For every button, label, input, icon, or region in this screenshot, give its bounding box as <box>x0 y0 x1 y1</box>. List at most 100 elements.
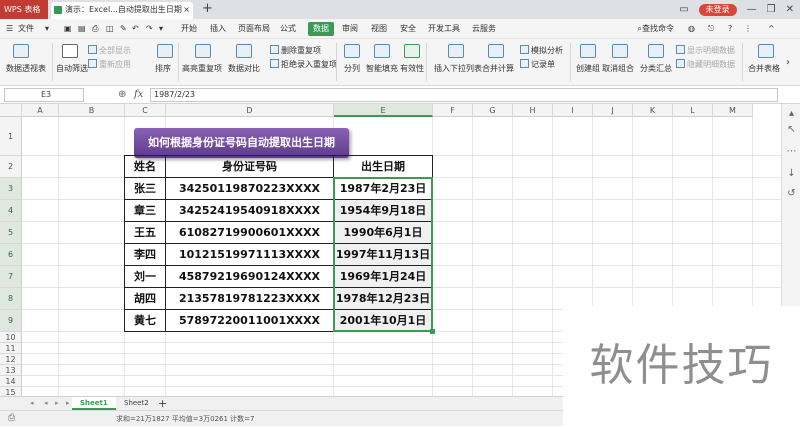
highlight-dup-button[interactable]: 高亮重复项 <box>182 63 222 74</box>
merge-tables-button[interactable]: 合并表格 <box>748 63 780 74</box>
row-header-5[interactable]: 5 <box>0 222 22 244</box>
redo-icon[interactable]: ↷ <box>146 19 153 39</box>
row-header-6[interactable]: 6 <box>0 244 22 266</box>
function-icon[interactable]: fx <box>134 88 143 102</box>
menu-file[interactable]: 文件 <box>18 19 34 39</box>
close-window-icon[interactable]: ✕ <box>786 4 794 15</box>
quick-format-icon[interactable]: ✎ <box>120 19 127 39</box>
table-cell-id-number[interactable]: 21357819781223XXXX <box>166 288 334 310</box>
side-scroll-up-icon[interactable]: ▴ <box>786 108 797 119</box>
row-header-13[interactable]: 13 <box>0 365 22 376</box>
minimize-icon[interactable]: — <box>747 4 757 15</box>
zoom-formula-icon[interactable]: ⊕ <box>118 88 126 102</box>
row-header-14[interactable]: 14 <box>0 376 22 387</box>
menu-data[interactable]: 数据 <box>308 22 334 36</box>
menu-start[interactable]: 开始 <box>181 19 197 39</box>
column-header-h[interactable]: H <box>513 104 553 117</box>
table-header-name[interactable]: 姓名 <box>125 156 166 178</box>
prev-sheet-icon[interactable]: ◂ <box>44 397 48 410</box>
add-sheet-icon[interactable]: + <box>150 397 175 410</box>
new-tab-button[interactable]: + <box>202 0 213 18</box>
column-header-i[interactable]: I <box>553 104 593 117</box>
restore-icon[interactable]: ❐ <box>767 4 776 15</box>
table-cell-id-number[interactable]: 61082719900601XXXX <box>166 222 334 244</box>
autofilter-button[interactable]: 自动筛选 <box>56 63 88 74</box>
table-cell-name[interactable]: 刘一 <box>125 266 166 288</box>
login-button[interactable]: 未登录 <box>698 3 737 16</box>
row-header-15[interactable]: 15 <box>0 387 22 396</box>
last-sheet-icon[interactable]: ▸ <box>66 397 70 410</box>
table-cell-birth-date[interactable]: 1978年12月23日 <box>334 288 433 310</box>
column-header-e[interactable]: E <box>334 104 433 117</box>
side-history-icon[interactable]: ↺ <box>786 188 797 199</box>
menu-review[interactable]: 审阅 <box>342 19 358 39</box>
quick-open-icon[interactable]: ▤ <box>78 19 86 39</box>
side-share-icon[interactable]: ⋯ <box>786 146 797 157</box>
validity-button[interactable]: 有效性 <box>400 63 424 74</box>
row-header-4[interactable]: 4 <box>0 200 22 222</box>
show-all-button[interactable]: 全部显示 <box>88 45 131 56</box>
share-icon[interactable]: ⎋ <box>708 19 714 39</box>
row-header-3[interactable]: 3 <box>0 178 22 200</box>
row-header-11[interactable]: 11 <box>0 343 22 354</box>
column-header-g[interactable]: G <box>473 104 513 117</box>
quick-print-icon[interactable]: ⎙ <box>92 19 98 39</box>
undo-icon[interactable]: ↶ <box>132 19 139 39</box>
quick-preview-icon[interactable]: ◫ <box>106 19 114 39</box>
row-header-12[interactable]: 12 <box>0 354 22 365</box>
compare-button[interactable]: 数据对比 <box>228 63 260 74</box>
menu-more-icon[interactable]: ⋮ <box>744 19 752 39</box>
hamburger-icon[interactable]: ☰ <box>6 19 13 39</box>
column-header-m[interactable]: M <box>713 104 753 117</box>
create-group-button[interactable]: 创建组 <box>576 63 600 74</box>
document-tab[interactable]: 演示：Excel...自动提取出生日期 × <box>51 2 193 19</box>
formula-input[interactable]: 1987/2/23 <box>150 88 778 102</box>
row-header-10[interactable]: 10 <box>0 332 22 343</box>
app-tab[interactable]: WPS 表格 <box>0 0 48 19</box>
quick-save-icon[interactable]: ▣ <box>64 19 72 39</box>
sort-button[interactable]: 排序 <box>155 63 171 74</box>
table-cell-name[interactable]: 胡四 <box>125 288 166 310</box>
close-tab-icon[interactable]: × <box>183 2 190 18</box>
row-header-9[interactable]: 9 <box>0 310 22 332</box>
column-header-b[interactable]: B <box>59 104 125 117</box>
column-header-f[interactable]: F <box>433 104 473 117</box>
reapply-button[interactable]: 重新应用 <box>88 59 131 70</box>
whatif-button[interactable]: 模拟分析 <box>520 45 563 56</box>
insert-dropdown-button[interactable]: 插入下拉列表 <box>434 63 482 74</box>
table-cell-birth-date[interactable]: 1997年11月13日 <box>334 244 433 266</box>
table-cell-birth-date[interactable]: 1987年2月23日 <box>334 178 433 200</box>
show-detail-button[interactable]: 显示明细数据 <box>676 45 735 56</box>
split-button[interactable]: 分列 <box>344 63 360 74</box>
ribbon-scroll-icon[interactable]: › <box>786 57 790 68</box>
table-header-id-number[interactable]: 身份证号码 <box>166 156 334 178</box>
skin-icon[interactable]: ◍ <box>688 19 695 39</box>
table-cell-id-number[interactable]: 57897220011001XXXX <box>166 310 334 332</box>
table-cell-id-number[interactable]: 10121519971113XXXX <box>166 244 334 266</box>
table-cell-birth-date[interactable]: 1990年6月1日 <box>334 222 433 244</box>
menu-view[interactable]: 视图 <box>371 19 387 39</box>
menu-formula[interactable]: 公式 <box>280 19 296 39</box>
column-header-c[interactable]: C <box>125 104 166 117</box>
sheet-tab-1[interactable]: Sheet1 <box>72 397 116 410</box>
menu-page-layout[interactable]: 页面布局 <box>238 19 270 39</box>
select-all-corner[interactable] <box>0 104 22 117</box>
side-select-icon[interactable]: ↖ <box>786 124 797 135</box>
collapse-ribbon-icon[interactable]: ^ <box>768 19 775 39</box>
table-cell-name[interactable]: 黄七 <box>125 310 166 332</box>
smart-fill-button[interactable]: 智能填充 <box>366 63 398 74</box>
subtotal-button[interactable]: 分类汇总 <box>640 63 672 74</box>
menu-security[interactable]: 安全 <box>400 19 416 39</box>
menu-dropdown-icon[interactable]: ▾ <box>45 19 49 39</box>
side-backup-icon[interactable]: ↓ <box>786 168 797 179</box>
name-box[interactable]: E3 <box>4 88 84 102</box>
row-header-7[interactable]: 7 <box>0 266 22 288</box>
table-cell-birth-date[interactable]: 2001年10月1日 <box>334 310 433 332</box>
reject-dup-button[interactable]: 拒绝录入重复项 <box>270 59 337 70</box>
layout-icon[interactable]: ▭ <box>679 4 688 15</box>
search-command[interactable]: ⌕查找命令 <box>638 19 674 39</box>
record-form-button[interactable]: 记录单 <box>520 59 555 70</box>
ungroup-button[interactable]: 取消组合 <box>602 63 634 74</box>
table-cell-id-number[interactable]: 34252419540918XXXX <box>166 200 334 222</box>
table-header-birth-date[interactable]: 出生日期 <box>334 156 433 178</box>
